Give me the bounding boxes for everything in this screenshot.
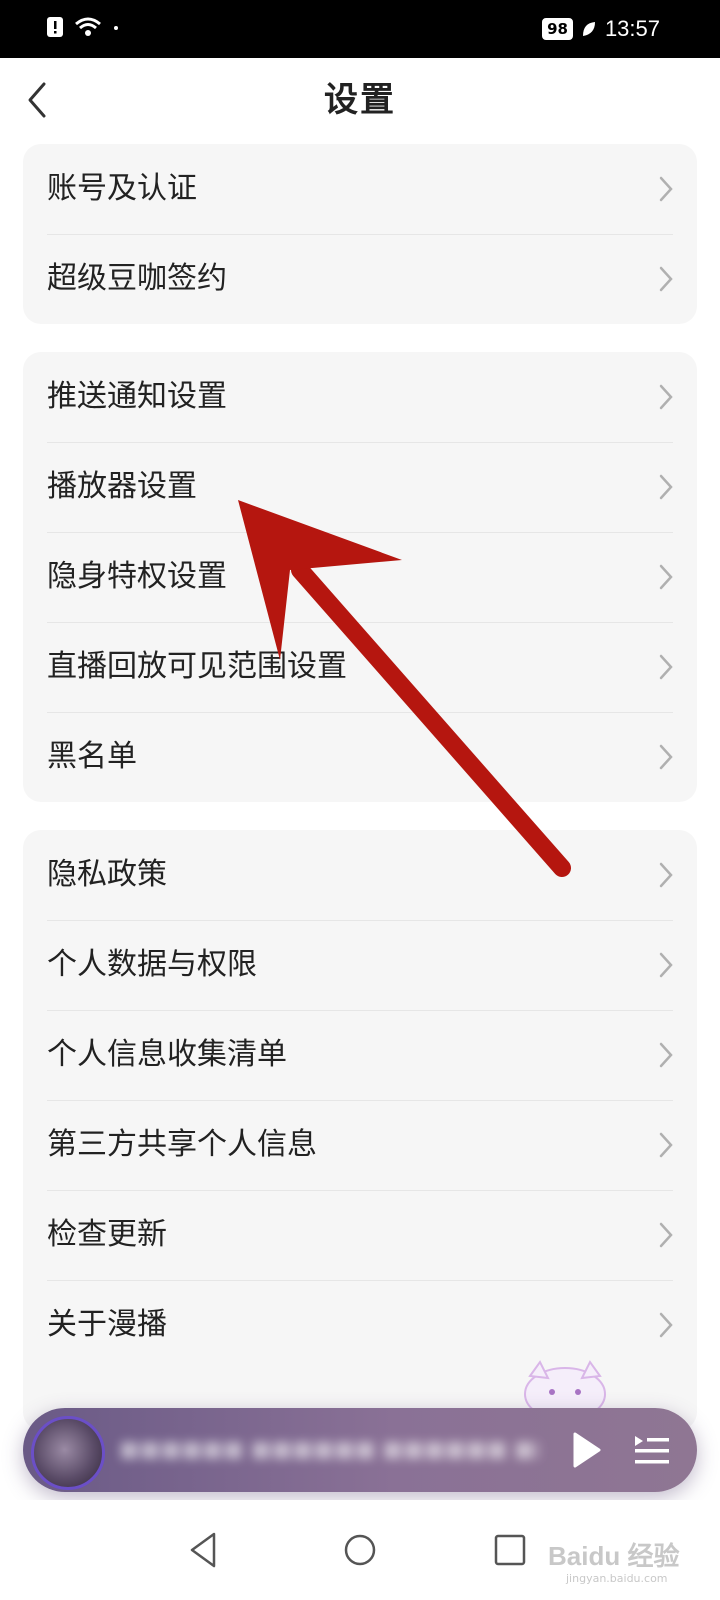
nav-recents-icon[interactable] <box>488 1528 532 1572</box>
chevron-right-icon <box>659 176 673 202</box>
settings-item-label: 个人信息收集清单 <box>47 1037 287 1072</box>
settings-item-label: 第三方共享个人信息 <box>47 1127 317 1162</box>
mini-player[interactable]: ■■■■■■ ■■■■■■ ■■■■■■ ■■■ <box>23 1408 697 1492</box>
settings-group-preferences: 推送通知设置 播放器设置 隐身特权设置 直播回放可见范围设置 黑名单 <box>23 352 697 802</box>
settings-item-label: 账号及认证 <box>47 171 197 206</box>
settings-item-contract[interactable]: 超级豆咖签约 <box>23 234 697 324</box>
leaf-icon <box>582 22 595 36</box>
chevron-right-icon <box>659 1042 673 1068</box>
header: 设置 <box>0 58 720 142</box>
chevron-right-icon <box>659 384 673 410</box>
chevron-right-icon <box>659 952 673 978</box>
settings-group-privacy: 隐私政策 个人数据与权限 个人信息收集清单 第三方共享个人信息 检查更新 关于漫… <box>23 830 697 1430</box>
settings-item-label: 隐身特权设置 <box>47 559 227 594</box>
settings-item-push-notifications[interactable]: 推送通知设置 <box>23 352 697 442</box>
settings-item-check-update[interactable]: 检查更新 <box>23 1190 697 1280</box>
chevron-right-icon <box>659 862 673 888</box>
settings-item-label: 隐私政策 <box>47 857 167 892</box>
settings-item-label: 检查更新 <box>47 1217 167 1252</box>
settings-item-blacklist[interactable]: 黑名单 <box>23 712 697 802</box>
settings-item-live-replay-visibility[interactable]: 直播回放可见范围设置 <box>23 622 697 712</box>
settings-item-label: 推送通知设置 <box>47 379 227 414</box>
settings-item-third-party-sharing[interactable]: 第三方共享个人信息 <box>23 1100 697 1190</box>
chevron-right-icon <box>659 474 673 500</box>
alert-icon <box>47 17 63 37</box>
status-icons-left <box>46 16 120 38</box>
settings-item-player[interactable]: 播放器设置 <box>23 442 697 532</box>
chevron-right-icon <box>659 266 673 292</box>
chevron-right-icon <box>659 1222 673 1248</box>
settings-item-label: 关于漫播 <box>47 1307 167 1342</box>
settings-item-label: 超级豆咖签约 <box>47 261 227 296</box>
status-bar: 98 13:57 <box>0 0 720 58</box>
chevron-right-icon <box>659 654 673 680</box>
settings-item-label: 黑名单 <box>47 739 137 774</box>
status-time: 13:57 <box>604 16 660 41</box>
settings-group-account: 账号及认证 超级豆咖签约 <box>23 144 697 324</box>
settings-item-personal-data-permissions[interactable]: 个人数据与权限 <box>23 920 697 1010</box>
settings-item-account[interactable]: 账号及认证 <box>23 144 697 234</box>
battery-indicator: 98 <box>542 18 573 40</box>
chevron-right-icon <box>659 744 673 770</box>
settings-item-label: 直播回放可见范围设置 <box>47 649 347 684</box>
settings-item-info-collection-list[interactable]: 个人信息收集清单 <box>23 1010 697 1100</box>
player-track-title: ■■■■■■ ■■■■■■ ■■■■■■ ■■■ <box>119 1437 539 1462</box>
settings-item-stealth[interactable]: 隐身特权设置 <box>23 532 697 622</box>
signal-dot-icon <box>114 26 118 30</box>
back-button[interactable] <box>22 78 62 122</box>
status-icons-right: 98 13:57 <box>542 16 660 42</box>
play-button[interactable] <box>563 1428 607 1472</box>
nav-home-icon[interactable] <box>338 1528 382 1572</box>
playlist-icon[interactable] <box>629 1430 673 1470</box>
watermark-url: jingyan.baidu.com <box>566 1572 668 1585</box>
settings-item-privacy-policy[interactable]: 隐私政策 <box>23 830 697 920</box>
player-cover-image[interactable] <box>31 1416 105 1490</box>
watermark-logo: Baidu 经验 <box>548 1541 680 1571</box>
chevron-right-icon <box>659 1132 673 1158</box>
nav-back-icon[interactable] <box>182 1528 226 1572</box>
chevron-right-icon <box>659 1312 673 1338</box>
page-title: 设置 <box>324 80 396 120</box>
wifi-icon <box>75 17 101 36</box>
settings-item-label: 个人数据与权限 <box>47 947 257 982</box>
settings-item-label: 播放器设置 <box>47 469 197 504</box>
chevron-right-icon <box>659 564 673 590</box>
